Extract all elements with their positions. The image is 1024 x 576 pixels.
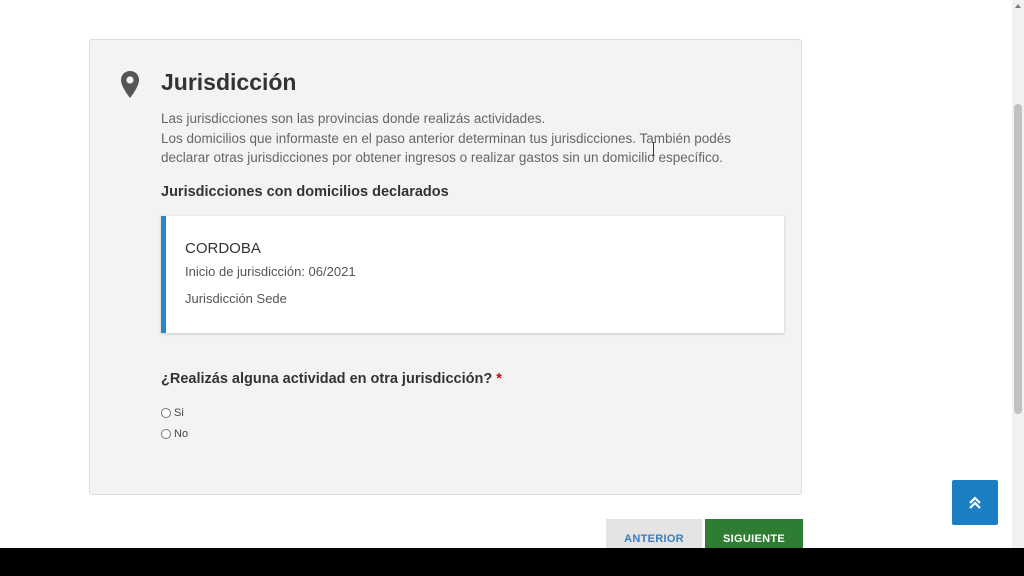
jurisdiction-name: CORDOBA <box>185 240 261 257</box>
jurisdiction-type: Jurisdicción Sede <box>185 291 287 306</box>
declared-jurisdictions-heading: Jurisdicciones con domicilios declarados <box>161 184 449 200</box>
scroll-to-top-button[interactable] <box>952 480 998 525</box>
other-jurisdiction-question: ¿Realizás alguna actividad en otra juris… <box>161 371 502 387</box>
description-line: declarar otras jurisdicciones por obtene… <box>161 150 724 165</box>
section-title: Jurisdicción <box>161 69 297 95</box>
scrollbar-thumb[interactable] <box>1014 104 1022 414</box>
top-step-nav <box>0 0 1012 6</box>
page-scrollbar[interactable] <box>1012 0 1024 548</box>
radio-label-no: No <box>174 428 189 440</box>
radio-label-si: Si <box>174 407 184 419</box>
description-line: Los domicilios que informaste en el paso… <box>161 130 732 146</box>
radio-option-si[interactable]: Si <box>161 407 184 419</box>
video-letterbox-bar <box>0 548 1024 576</box>
radio-option-no[interactable]: No <box>161 428 188 440</box>
scroll-up-arrow-icon[interactable] <box>1015 4 1021 8</box>
question-text: ¿Realizás alguna actividad en otra juris… <box>161 371 493 387</box>
required-mark: * <box>496 371 502 387</box>
jurisdiction-card: CORDOBA Inicio de jurisdicción: 06/2021 … <box>161 216 784 333</box>
radio-button[interactable] <box>161 408 171 418</box>
text-cursor-icon <box>652 142 655 156</box>
radio-button[interactable] <box>161 429 171 439</box>
double-chevron-up-icon <box>969 495 981 509</box>
jurisdiction-start-date: Inicio de jurisdicción: 06/2021 <box>185 264 356 279</box>
location-pin-icon <box>121 71 139 98</box>
description-line: Las jurisdicciones son las provincias do… <box>161 111 546 126</box>
section-description: Las jurisdicciones son las provincias do… <box>161 109 761 168</box>
